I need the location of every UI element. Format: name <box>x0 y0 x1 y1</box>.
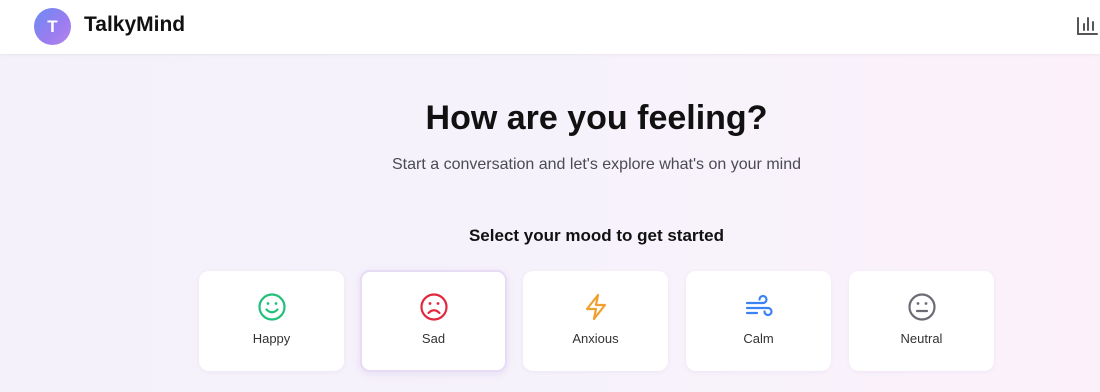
wind-icon <box>744 292 774 322</box>
smile-icon <box>257 292 287 322</box>
app-title: TalkyMind <box>84 13 186 36</box>
mood-label-calm: Calm <box>743 331 774 346</box>
mood-prompt: Select your mood to get started <box>468 226 725 245</box>
page-subtitle: Start a conversation and let's explore w… <box>392 156 801 173</box>
neutral-face-icon <box>907 292 937 322</box>
top-header: T TalkyMind <box>0 0 1100 54</box>
mood-label-anxious: Anxious <box>572 331 619 346</box>
lightning-icon <box>581 292 611 322</box>
mood-card-anxious[interactable]: Anxious <box>523 271 668 371</box>
mood-card-neutral[interactable]: Neutral <box>849 271 994 371</box>
app-logo-avatar: T <box>34 8 71 45</box>
mood-card-calm[interactable]: Calm <box>686 271 831 371</box>
mood-label-happy: Happy <box>252 331 291 346</box>
mood-label-neutral: Neutral <box>900 331 943 346</box>
mood-label-sad: Sad <box>421 331 446 346</box>
mood-card-happy[interactable]: Happy <box>199 271 344 371</box>
page-title: How are you feeling? <box>425 99 768 137</box>
bar-chart-icon[interactable] <box>1076 14 1098 38</box>
frown-icon <box>419 292 449 322</box>
mood-card-sad[interactable]: Sad <box>360 270 507 372</box>
